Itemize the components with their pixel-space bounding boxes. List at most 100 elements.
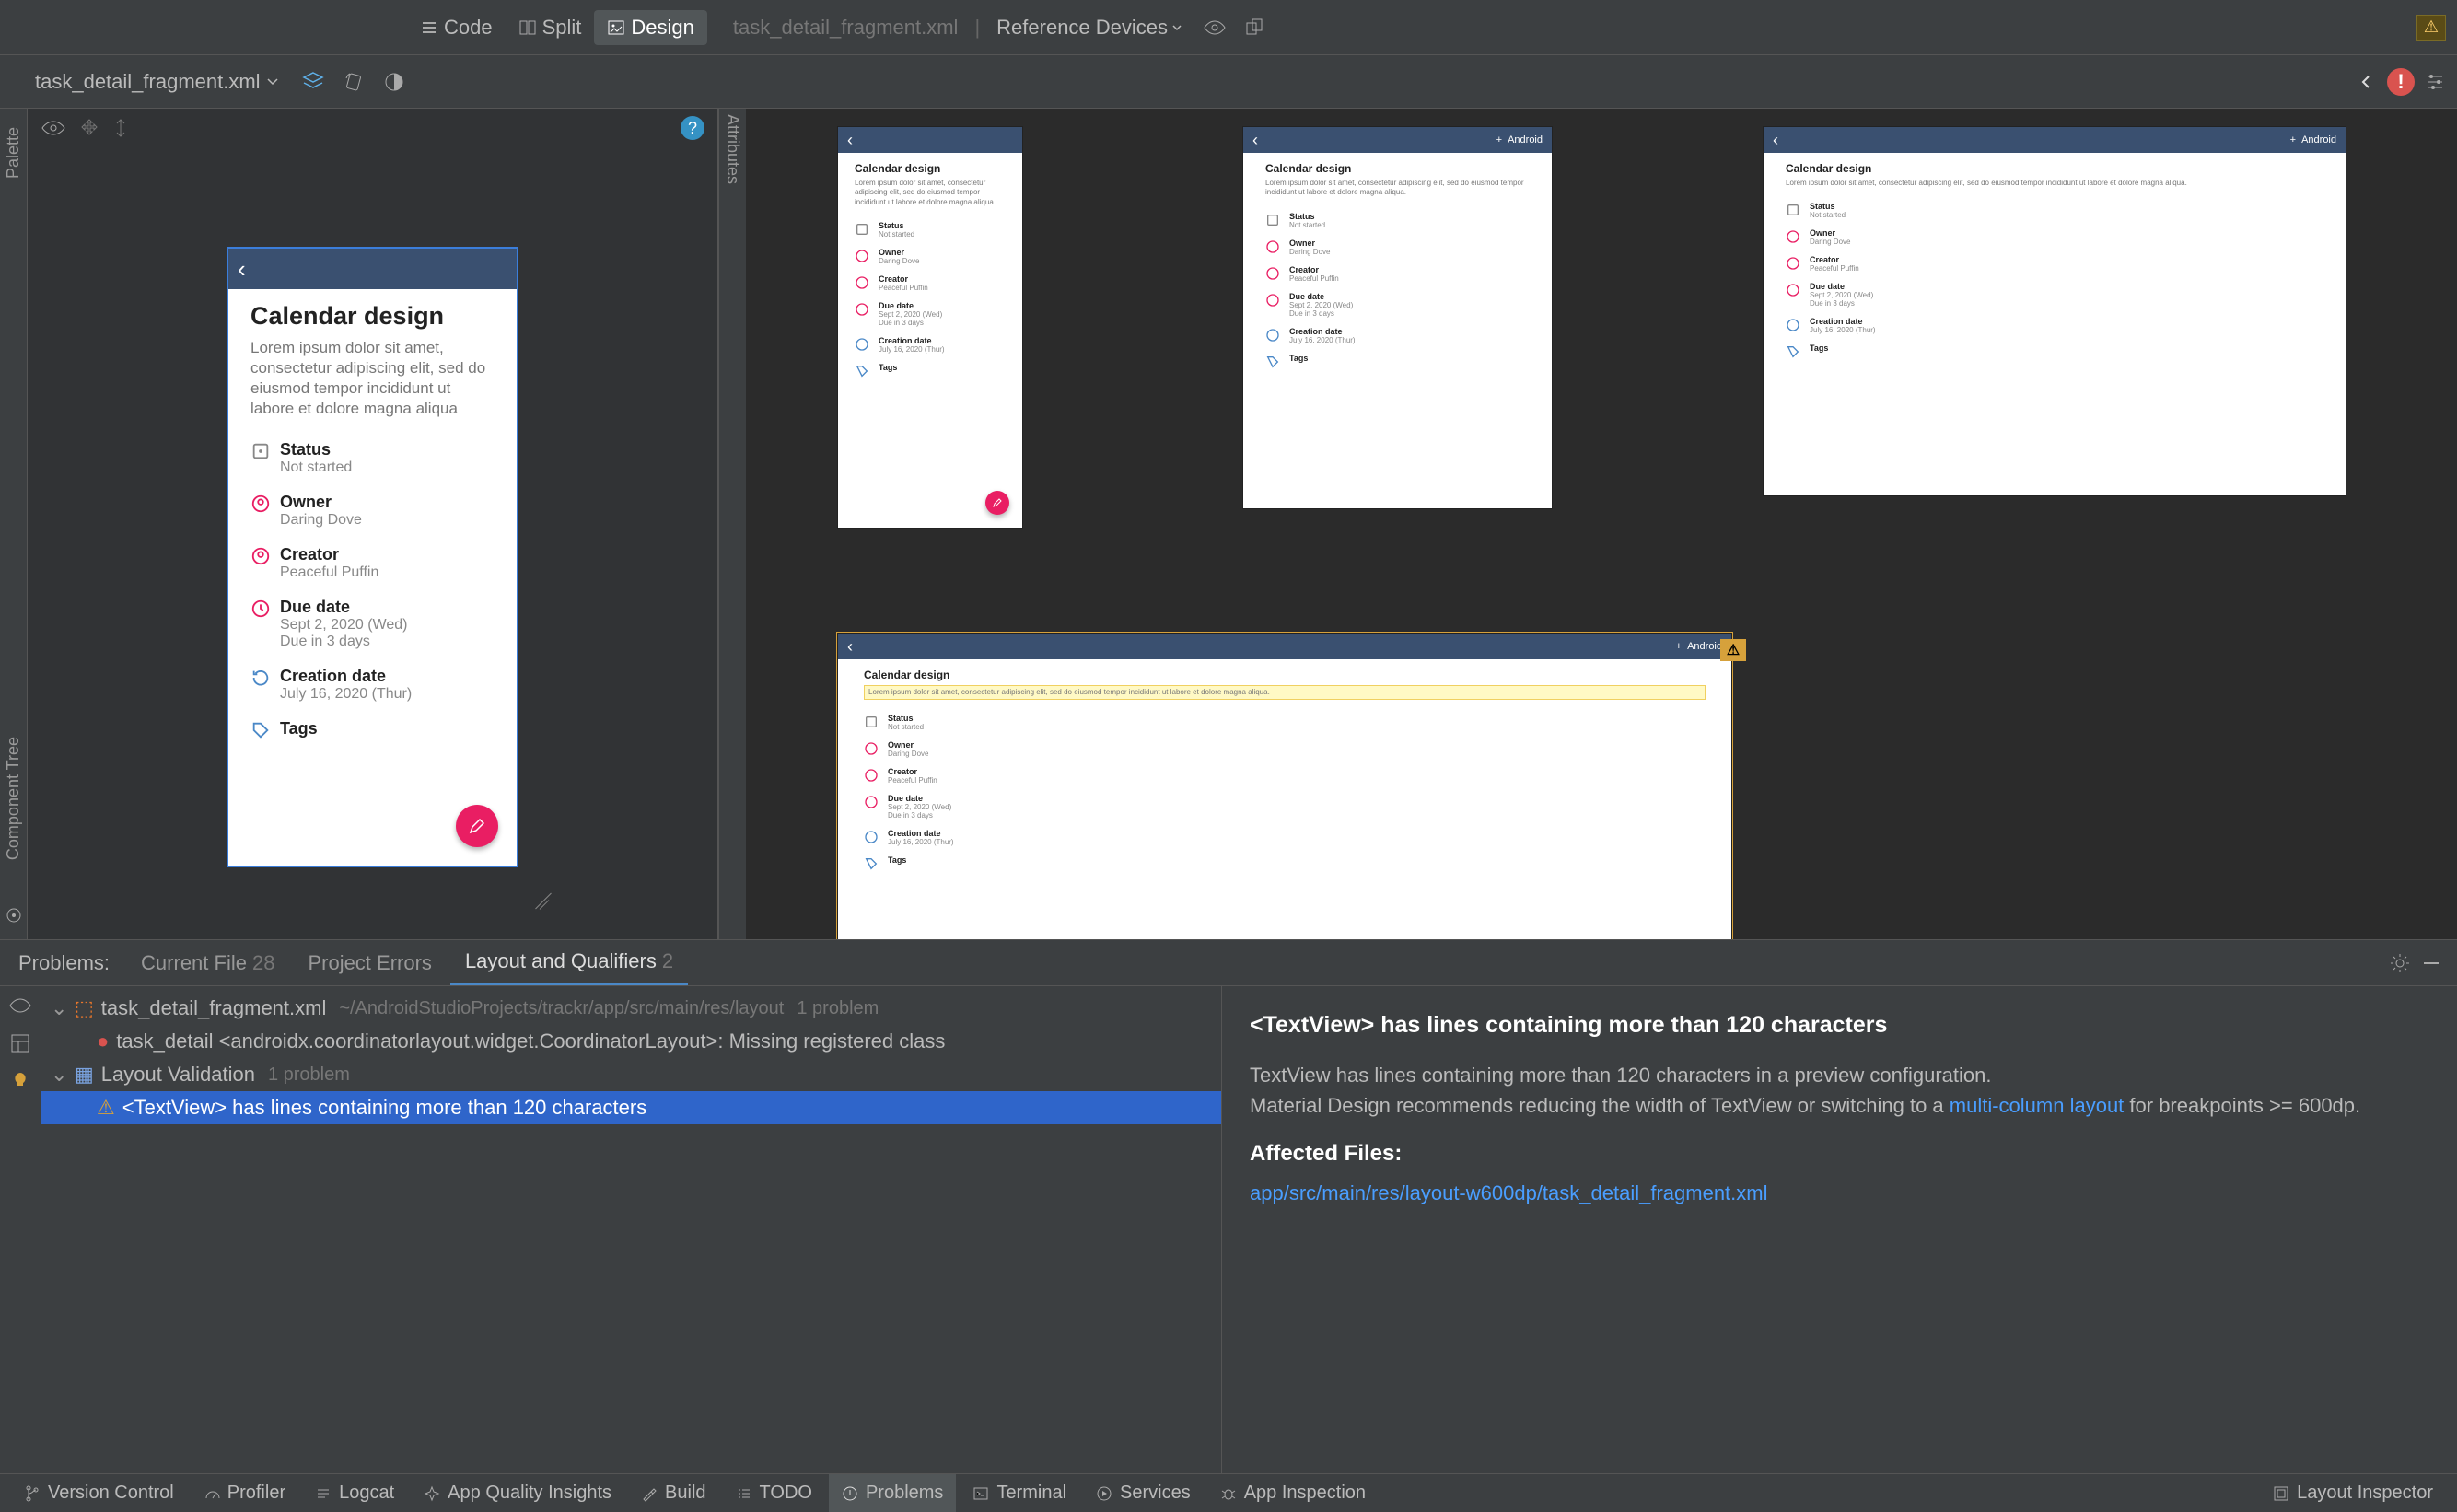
affected-file-link[interactable]: app/src/main/res/layout-w600dp/task_deta… (1250, 1181, 1768, 1204)
owner-icon (855, 249, 869, 263)
preview-surface[interactable]: ‹ Calendar design Lorem ipsum dolor sit … (746, 109, 2457, 939)
component-tree-tool-button[interactable]: Component Tree (4, 737, 23, 860)
lightbulb-icon[interactable] (10, 1071, 30, 1091)
sb-layout-inspector[interactable]: Layout Inspector (2260, 1483, 2446, 1504)
design-canvas[interactable]: ‹ Calendar design Lorem ipsum dolor sit … (28, 147, 717, 939)
back-arrow-icon: ‹ (1252, 131, 1258, 150)
multi-column-link[interactable]: multi-column layout (1950, 1094, 2125, 1117)
sb-logcat[interactable]: Logcat (302, 1474, 407, 1512)
creator-label: Creator (280, 545, 378, 564)
design-editor-panel: ? ‹ Calendar design Lorem ipsum dolor si… (28, 109, 718, 939)
sb-build[interactable]: Build (628, 1474, 718, 1512)
app-bar: ‹+Android (1243, 127, 1552, 153)
tab-project-errors[interactable]: Project Errors (293, 940, 446, 985)
chevron-down-icon (266, 76, 279, 88)
bug-icon (1220, 1485, 1237, 1502)
problems-tree[interactable]: ⌄ ⬚ task_detail_fragment.xml ~/AndroidSt… (41, 986, 1222, 1473)
error-icon: ● (97, 1029, 109, 1053)
view-mode-split[interactable]: Split (506, 10, 595, 45)
layers-icon (300, 69, 326, 95)
design-icon (607, 18, 625, 37)
gear-icon[interactable] (2389, 952, 2411, 974)
task-description: Lorem ipsum dolor sit amet, consectetur … (250, 338, 495, 419)
edit-fab[interactable] (985, 491, 1009, 515)
file-tab[interactable]: task_detail_fragment.xml (35, 70, 279, 94)
zoom-fit[interactable] (2356, 71, 2378, 93)
sb-app-quality[interactable]: App Quality Insights (411, 1474, 624, 1512)
attributes-tool-button[interactable]: Attributes (723, 114, 742, 184)
task-description: Lorem ipsum dolor sit amet, consectetur … (855, 179, 1006, 207)
vertical-resize-icon[interactable] (112, 118, 129, 138)
tree-warning-node-selected[interactable]: ⚠ <TextView> has lines containing more t… (41, 1091, 1221, 1124)
terminal-icon (972, 1485, 989, 1502)
sparkle-icon (424, 1485, 440, 1502)
warnings-indicator[interactable]: ⚠ (2416, 15, 2446, 41)
design-panel-toolbar: ? (28, 109, 717, 147)
device-preview-tablet[interactable]: ‹+Android Calendar design Lorem ipsum do… (1764, 127, 2346, 495)
back-arrow-icon: ‹ (1773, 131, 1778, 150)
warning-icon: ⚠ (97, 1096, 115, 1120)
file-toolbar: task_detail_fragment.xml ! (0, 55, 2457, 109)
target-icon[interactable] (5, 906, 23, 925)
sb-problems[interactable]: Problems (829, 1474, 956, 1512)
logcat-icon (315, 1485, 332, 1502)
edit-fab[interactable] (456, 805, 498, 847)
palette-tool-button[interactable]: Palette (4, 127, 23, 179)
minimize-icon[interactable] (2420, 952, 2442, 974)
creation-value: July 16, 2020 (Thur) (280, 686, 412, 703)
app-bar: ‹ (838, 127, 1022, 153)
visibility-icon[interactable] (8, 995, 32, 1016)
view-mode-code[interactable]: Code (407, 10, 506, 45)
creation-date-icon (250, 668, 271, 688)
sb-todo[interactable]: TODO (723, 1474, 825, 1512)
resize-grip[interactable] (532, 884, 560, 912)
sb-terminal[interactable]: Terminal (960, 1474, 1079, 1512)
device-preview-desktop[interactable]: ‹+Android Calendar design Lorem ipsum do… (838, 634, 1731, 939)
sb-app-inspection[interactable]: App Inspection (1207, 1474, 1379, 1512)
tab-current-file[interactable]: Current File 28 (126, 940, 289, 985)
device-preview-foldable[interactable]: ‹+Android Calendar design Lorem ipsum do… (1243, 127, 1552, 508)
due-date-icon (855, 302, 869, 317)
problem-detail-title: <TextView> has lines containing more tha… (1250, 1008, 2429, 1043)
xml-file-icon: ⬚ (75, 996, 94, 1020)
layout-icon[interactable] (9, 1032, 31, 1054)
code-icon (420, 18, 438, 37)
task-description: Lorem ipsum dolor sit amet, consectetur … (1265, 179, 1530, 198)
tab-layout-qualifiers[interactable]: Layout and Qualifiers 2 (450, 940, 688, 985)
problems-rail (0, 986, 41, 1473)
settings-sliders-icon[interactable] (2424, 71, 2446, 93)
chevron-down-icon (1171, 22, 1182, 33)
device-preview-phone[interactable]: ‹ Calendar design Lorem ipsum dolor sit … (838, 127, 1022, 528)
breadcrumb-reference-devices[interactable]: Reference Devices (996, 16, 1182, 40)
view-mode-design[interactable]: Design (594, 10, 706, 45)
device-preview-primary[interactable]: ‹ Calendar design Lorem ipsum dolor sit … (228, 249, 517, 866)
status-value: Not started (280, 459, 352, 476)
visibility-icon[interactable] (1203, 17, 1227, 38)
pan-icon[interactable] (79, 118, 99, 138)
tree-error-node[interactable]: ● task_detail <androidx.coordinatorlayou… (41, 1025, 1221, 1058)
error-indicator[interactable]: ! (2387, 68, 2415, 96)
due-value-2: Due in 3 days (280, 634, 407, 650)
app-bar: ‹+Android (1764, 127, 2346, 153)
sb-profiler[interactable]: Profiler (191, 1474, 298, 1512)
status-icon (250, 441, 271, 461)
left-tool-rail: Palette Component Tree (0, 109, 28, 939)
checklist-icon (736, 1485, 752, 1502)
tree-validation-group[interactable]: ⌄ ▦ Layout Validation 1 problem (41, 1058, 1221, 1091)
problems-panel: Problems: Current File 28 Project Errors… (0, 939, 2457, 1473)
night-mode-toggle[interactable] (378, 66, 410, 98)
back-arrow-icon: ‹ (238, 255, 246, 284)
owner-icon (250, 494, 271, 514)
help-icon[interactable]: ? (681, 116, 704, 140)
status-icon (855, 222, 869, 237)
layers-toggle[interactable] (297, 66, 329, 98)
tree-file-node[interactable]: ⌄ ⬚ task_detail_fragment.xml ~/AndroidSt… (41, 992, 1221, 1025)
affected-files-heading: Affected Files: (1250, 1137, 2429, 1170)
editor-top-toolbar: Code Split Design task_detail_fragment.x… (0, 0, 2457, 55)
orientation-toggle[interactable] (338, 66, 369, 98)
warning-badge[interactable]: ⚠ (1720, 639, 1746, 661)
sb-version-control[interactable]: Version Control (11, 1474, 187, 1512)
duplicate-icon[interactable] (1243, 17, 1267, 38)
visibility-icon[interactable] (41, 118, 66, 138)
sb-services[interactable]: Services (1083, 1474, 1204, 1512)
